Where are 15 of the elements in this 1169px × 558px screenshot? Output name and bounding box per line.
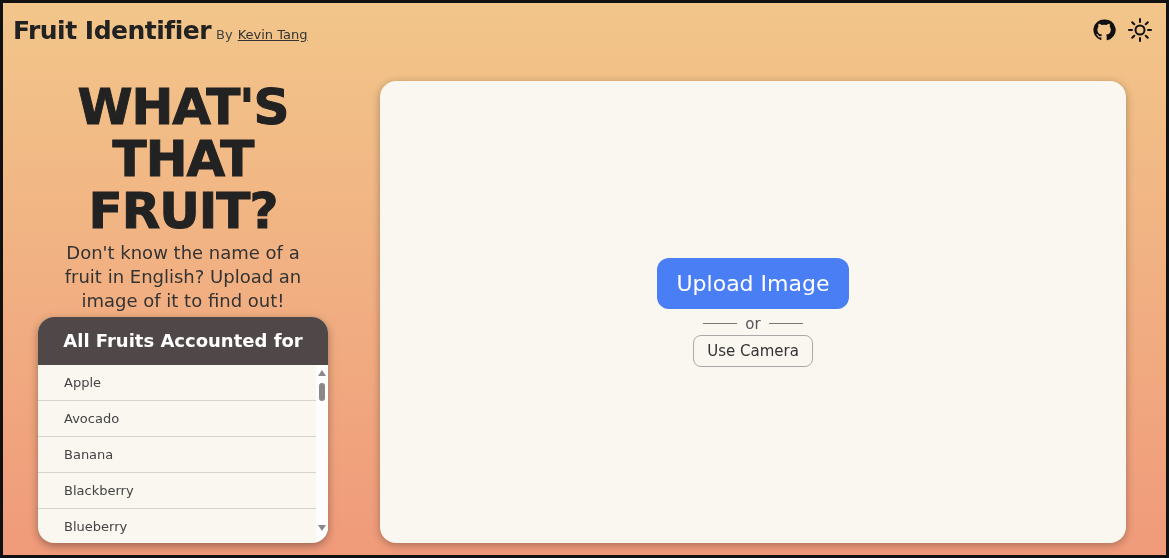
sun-icon[interactable] — [1128, 18, 1152, 42]
github-icon[interactable] — [1092, 18, 1116, 42]
scroll-up-icon[interactable] — [318, 370, 326, 376]
scrollbar-track[interactable] — [316, 365, 328, 543]
use-camera-button[interactable]: Use Camera — [693, 334, 813, 367]
upload-image-button[interactable]: Upload Image — [656, 257, 850, 309]
byline: By — [216, 27, 233, 42]
list-header: All Fruits Accounted for — [38, 317, 328, 365]
author-link[interactable]: Kevin Tang — [237, 27, 308, 42]
separator-text: or — [745, 314, 761, 333]
app-title: Fruit Identifier — [13, 16, 212, 45]
scrollbar-thumb[interactable] — [319, 383, 325, 401]
scroll-down-icon[interactable] — [318, 525, 326, 531]
hero-heading: WHAT'S THAT FRUIT? — [77, 81, 289, 237]
hero-description: Don't know the name of a fruit in English? Upload an image of it to find out! — [63, 241, 303, 313]
